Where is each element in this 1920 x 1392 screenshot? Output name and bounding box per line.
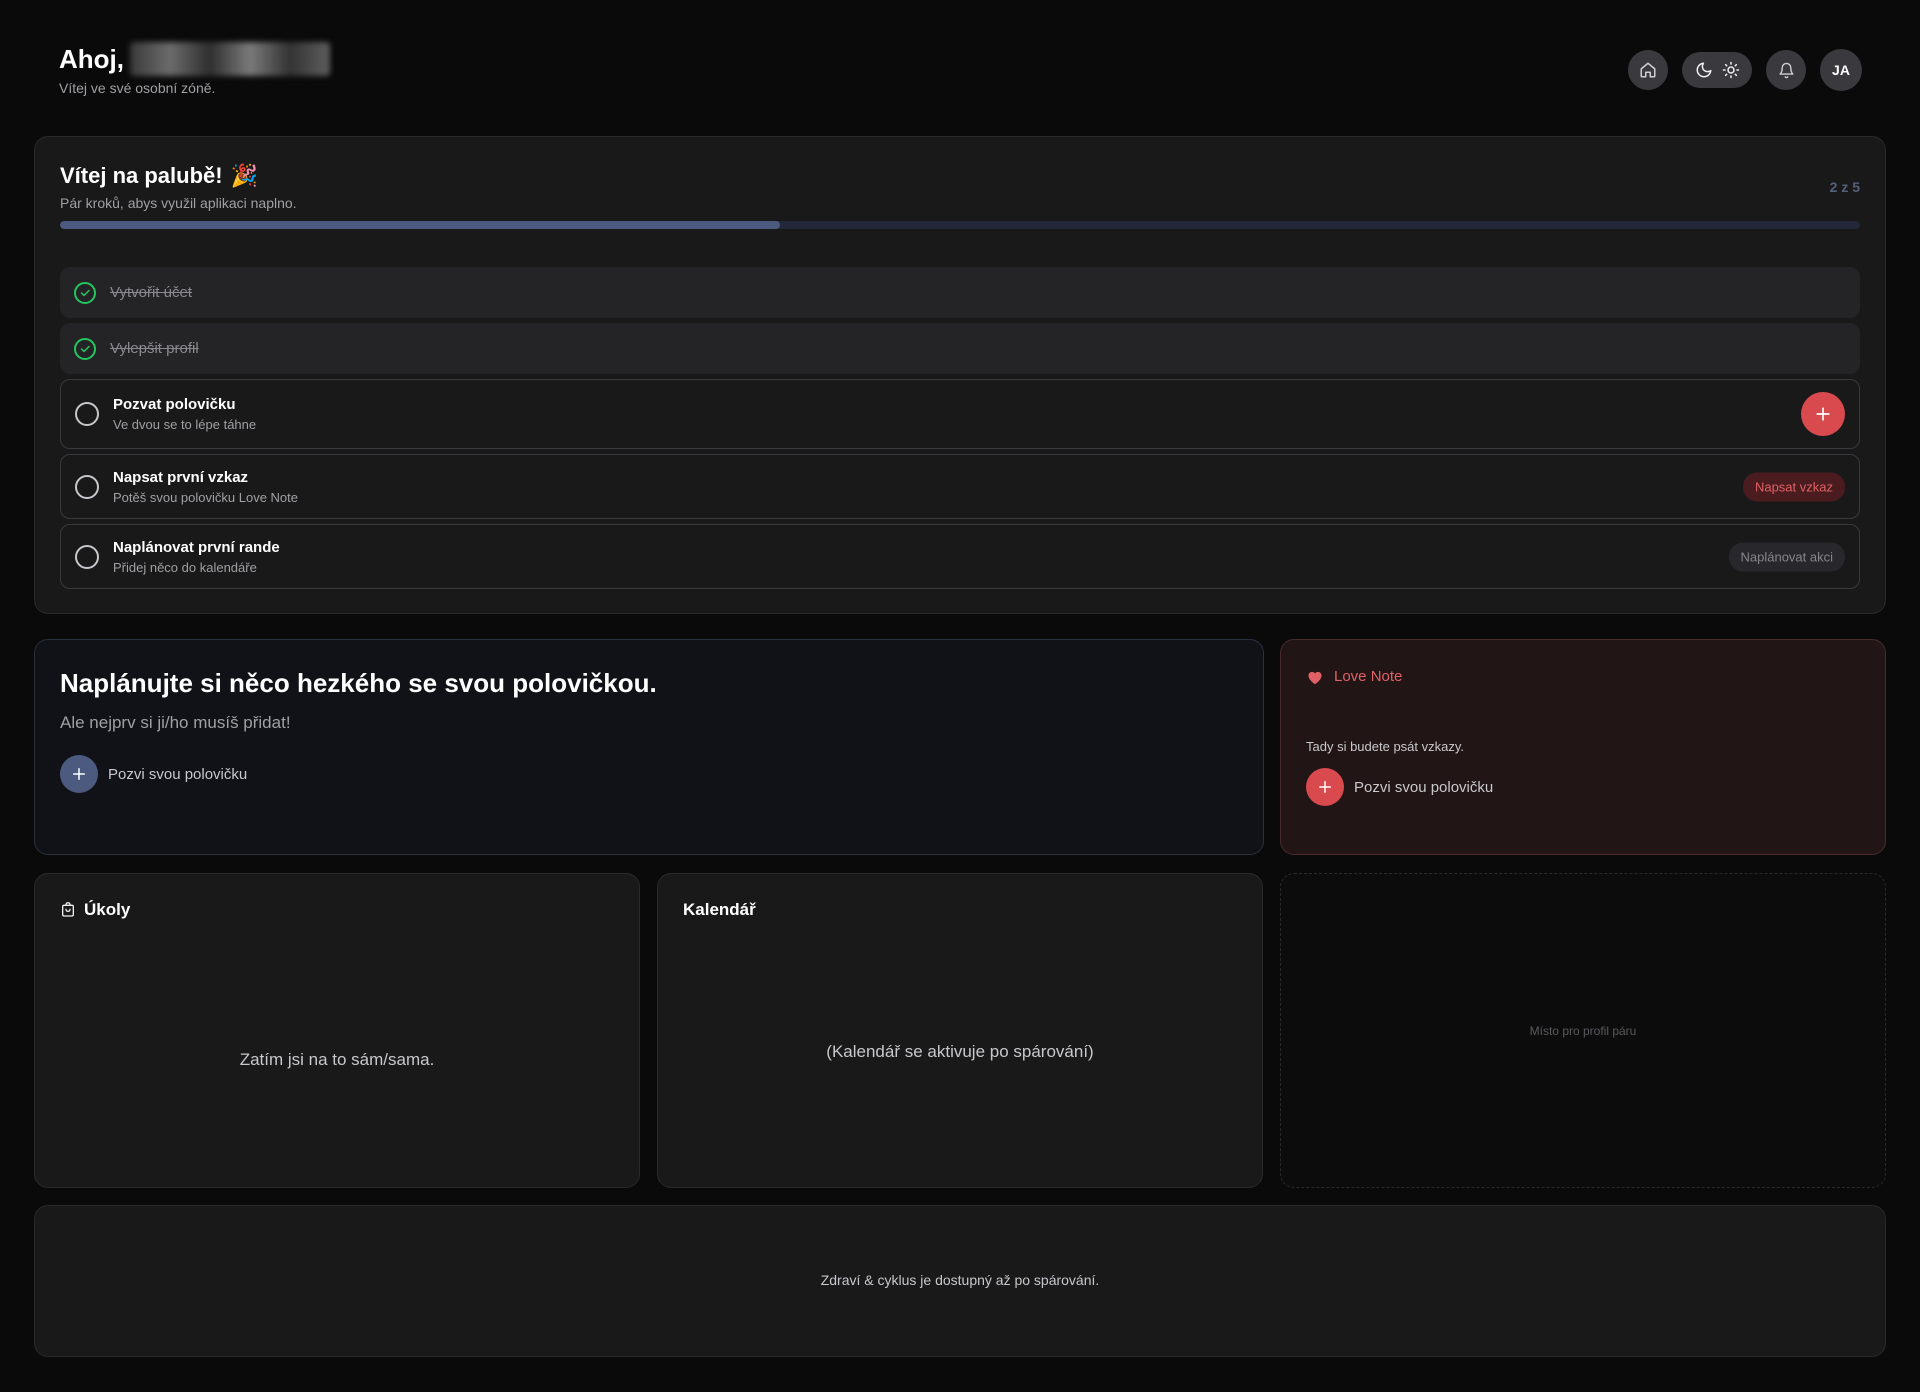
header-subtitle: Vítej ve své osobní zóně.: [59, 80, 216, 96]
step-invite-partner[interactable]: Pozvat polovičku Ve dvou se to lépe táhn…: [60, 379, 1860, 449]
tasks-title: Úkoly: [84, 900, 131, 919]
shopping-bag-icon: [62, 902, 74, 917]
plus-icon: [73, 768, 85, 780]
write-note-button[interactable]: Napsat vzkaz: [1742, 472, 1845, 501]
invite-label: Pozvi svou polovičku: [1354, 778, 1494, 796]
page-header: Ahoj, Vítej ve své osobní zóně.: [59, 42, 330, 96]
progress-fill: [60, 221, 780, 229]
health-card: Zdraví & cyklus je dostupný až po spárov…: [34, 1205, 1886, 1357]
sun-icon: [1722, 61, 1739, 79]
plus-button[interactable]: [60, 755, 98, 793]
empty-circle-icon: [75, 402, 99, 426]
step-description: Ve dvou se to lépe táhne: [113, 417, 257, 432]
notifications-button[interactable]: [1766, 50, 1806, 90]
plan-invite-partner[interactable]: Pozvi svou polovičku: [60, 755, 1238, 793]
step-label: Napsat první vzkaz: [113, 468, 249, 486]
top-actions: JA: [1628, 49, 1862, 91]
plan-subtitle: Ale nejprv si ji/ho musíš přidat!: [60, 713, 291, 732]
love-note-card: Love Note Tady si budete psát vzkazy. Po…: [1280, 639, 1886, 855]
onboarding-card: Vítej na palubě! 🎉 Pár kroků, abys využi…: [34, 136, 1886, 614]
step-create-account: Vytvořit účet: [60, 267, 1860, 318]
user-name-blurred: [130, 42, 330, 76]
step-label: Naplánovat první rande: [113, 538, 280, 556]
plus-button[interactable]: [1306, 768, 1344, 806]
check-circle-icon: [74, 337, 96, 360]
invite-partner-button[interactable]: [1801, 392, 1845, 436]
couple-profile-text: Místo pro profil páru: [1529, 1024, 1637, 1038]
health-message: Zdraví & cyklus je dostupný až po spárov…: [820, 1272, 1100, 1288]
calendar-title: Kalendář: [683, 900, 756, 919]
plan-event-button[interactable]: Naplánovat akci: [1728, 542, 1845, 571]
greeting-text: Ahoj,: [59, 43, 124, 74]
plan-title: Naplánujte si něco hezkého se svou polov…: [60, 668, 657, 698]
love-note-title: Love Note: [1334, 668, 1403, 685]
greeting: Ahoj,: [59, 42, 330, 76]
step-write-note[interactable]: Napsat první vzkaz Potěš svou polovičku …: [60, 454, 1860, 519]
check-circle-icon: [74, 281, 96, 304]
onboarding-steps: Vytvořit účet Vylepšit profil Pozvat pol…: [60, 267, 1860, 589]
step-plan-date[interactable]: Naplánovat první rande Přidej něco do ka…: [60, 524, 1860, 589]
empty-circle-icon: [75, 544, 99, 569]
moon-icon: [1696, 62, 1711, 78]
love-note-text: Tady si budete psát vzkazy.: [1306, 739, 1465, 754]
bell-icon: [1778, 62, 1794, 78]
step-description: Potěš svou polovičku Love Note: [113, 489, 298, 505]
step-label: Pozvat polovičku: [113, 396, 236, 413]
couple-profile-placeholder: Místo pro profil páru: [1280, 873, 1886, 1188]
onboarding-subtitle: Pár kroků, abys využil aplikaci naplno.: [60, 195, 297, 211]
step-description: Přidej něco do kalendáře: [113, 559, 257, 575]
tasks-empty-message: Zatím jsi na to sám/sama.: [239, 1050, 435, 1069]
plus-icon: [1319, 781, 1331, 793]
step-label: Vytvořit účet: [110, 284, 192, 301]
calendar-card: Kalendář (Kalendář se aktivuje po spárov…: [657, 873, 1263, 1188]
calendar-empty-message: (Kalendář se aktivuje po spárování): [826, 1042, 1094, 1061]
home-button[interactable]: [1628, 50, 1668, 90]
tasks-header: Úkoly: [60, 900, 614, 920]
step-label: Vylepšit profil: [110, 340, 199, 357]
heart-icon: [1308, 671, 1322, 684]
empty-circle-icon: [75, 474, 99, 499]
onboarding-progress-count: 2 z 5: [1829, 179, 1860, 195]
home-icon: [1640, 62, 1656, 78]
onboarding-title-text: Vítej na palubě!: [60, 163, 223, 188]
theme-toggle[interactable]: [1682, 52, 1752, 88]
invite-label: Pozvi svou polovičku: [108, 765, 248, 783]
plan-card: Naplánujte si něco hezkého se svou polov…: [34, 639, 1264, 855]
step-improve-profile: Vylepšit profil: [60, 323, 1860, 374]
love-note-header: Love Note: [1306, 668, 1860, 685]
user-avatar[interactable]: JA: [1820, 49, 1862, 91]
plus-icon: [1816, 407, 1830, 421]
love-note-invite-partner[interactable]: Pozvi svou polovičku: [1306, 768, 1860, 806]
onboarding-title: Vítej na palubě! 🎉: [60, 163, 1860, 189]
party-popper-icon: 🎉: [230, 163, 258, 188]
onboarding-progress-bar: [60, 221, 1860, 229]
tasks-card: Úkoly Zatím jsi na to sám/sama.: [34, 873, 640, 1188]
